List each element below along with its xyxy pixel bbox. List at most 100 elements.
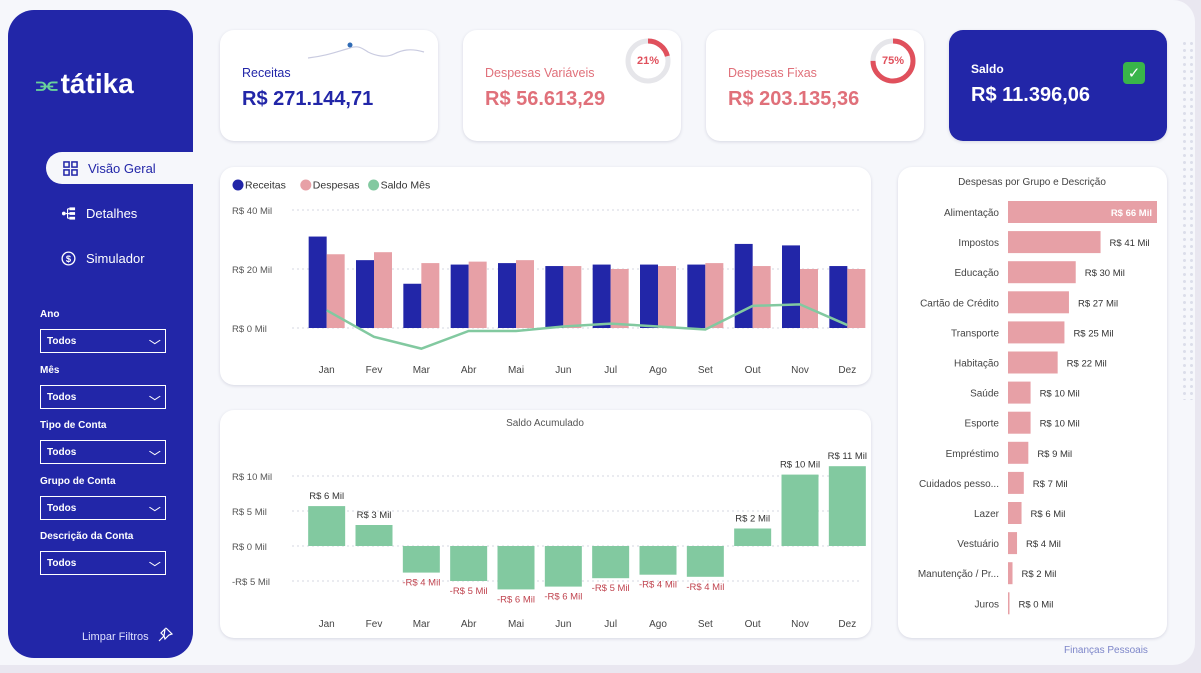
category-label: Saúde — [970, 389, 999, 400]
data-label: R$ 4 Mil — [1026, 539, 1061, 550]
data-label: -R$ 4 Mil — [686, 582, 724, 593]
donut-percentage: 75% — [881, 55, 905, 67]
x-tick-label: Mar — [413, 619, 431, 630]
data-label: R$ 10 Mil — [780, 460, 820, 471]
despesa-bar — [1008, 291, 1069, 314]
despesa-bar — [1008, 321, 1065, 344]
logo-area: ⫘ tátika — [8, 10, 193, 152]
kpi-card-despesas-fixas: 75% Despesas Fixas R$ 203.135,36 — [706, 30, 924, 141]
chart-card-saldo-acumulado: Saldo Acumulado R$ 10 Mil R$ 5 Mil R$ 0 Mil… — [220, 410, 871, 638]
x-tick-label: Jul — [604, 365, 617, 376]
check-icon: ✓ — [1123, 62, 1145, 84]
data-label: R$ 11 Mil — [828, 451, 867, 462]
saldo-acumulado-bar — [355, 525, 393, 546]
kpi-label: Despesas Variáveis — [485, 66, 595, 80]
chevron-down-icon: ⌵ — [149, 335, 161, 347]
category-label: Cuidados pesso... — [919, 479, 999, 490]
despesa-bar — [1008, 231, 1101, 254]
filter-label-tipo-conta: Tipo de Conta — [40, 420, 107, 431]
saldo-acumulado-bar — [828, 466, 866, 546]
saldo-acumulado-bar — [639, 546, 677, 575]
data-label: R$ 6 Mil — [309, 491, 344, 502]
filter-label-ano: Ano — [40, 309, 60, 320]
receitas-bar — [734, 243, 753, 328]
receitas-bar — [782, 245, 800, 328]
despesa-bar — [1008, 351, 1058, 374]
kpi-card-despesas-variaveis: 21% Despesas Variáveis R$ 56.613,29 — [463, 30, 681, 141]
despesa-bar — [1008, 471, 1024, 494]
x-tick-label: Fev — [366, 619, 383, 630]
data-label: R$ 66 Mil — [1111, 208, 1152, 219]
nav-item-simulador[interactable]: $ Simulador — [60, 242, 145, 274]
x-tick-label: Jun — [555, 619, 571, 630]
x-tick-label: Jun — [555, 365, 571, 376]
receitas-bar — [356, 260, 374, 328]
x-tick-label: Jan — [319, 619, 335, 630]
saldo-acumulado-bar — [497, 546, 535, 590]
category-label: Alimentação — [944, 208, 999, 219]
filter-select-ano[interactable]: Todos ⌵ — [40, 329, 166, 353]
category-label: Educação — [955, 268, 1000, 279]
y-tick-label: R$ 5 Mil — [232, 507, 267, 518]
data-label: R$ 3 Mil — [357, 510, 392, 521]
data-label: R$ 22 Mil — [1067, 359, 1107, 370]
category-label: Juros — [975, 599, 999, 610]
nav-label: Simulador — [86, 250, 145, 266]
receitas-bar — [308, 236, 327, 328]
x-tick-label: Abr — [461, 365, 477, 376]
nav-item-visao-geral[interactable]: Visão Geral — [46, 152, 201, 184]
filter-select-tipo-conta[interactable]: Todos ⌵ — [40, 440, 166, 464]
kpi-card-saldo: Saldo R$ 11.396,06 ✓ — [949, 30, 1167, 141]
y-tick-label: R$ 10 Mil — [232, 472, 272, 483]
filter-select-mes[interactable]: Todos ⌵ — [40, 385, 166, 409]
chart-title: Despesas por Grupo e Descrição — [958, 177, 1106, 188]
y-tick-label: R$ 20 Mil — [232, 265, 272, 276]
data-label: -R$ 4 Mil — [639, 580, 677, 591]
fixas-donut: 75% — [868, 36, 918, 86]
chevron-down-icon: ⌵ — [149, 446, 161, 458]
nav-item-detalhes[interactable]: Detalhes — [60, 197, 137, 229]
hierarchy-icon — [60, 205, 76, 221]
filter-value: Todos — [47, 557, 77, 569]
dollar-circle-icon: $ — [60, 250, 76, 266]
receitas-bar — [545, 266, 564, 328]
x-tick-label: Dez — [838, 619, 856, 630]
receitas-despesas-chart: Receitas Despesas Saldo Mês R$ 40 Mil R$ 20 … — [232, 179, 866, 376]
saldo-acumulado-bar — [686, 546, 724, 577]
x-tick-label: Out — [745, 365, 761, 376]
filter-label-mes: Mês — [40, 365, 60, 376]
saldo-acumulado-bar — [781, 474, 819, 546]
brand-mark-icon: ⫘ — [36, 70, 58, 98]
filter-value: Todos — [47, 335, 77, 347]
chart-card-despesas-grupo: Despesas por Grupo e Descrição Alimentaçã… — [898, 167, 1167, 638]
data-label: R$ 27 Mil — [1078, 298, 1118, 309]
filter-label-grupo-conta: Grupo de Conta — [40, 476, 116, 487]
despesa-bar — [1008, 411, 1031, 434]
despesas-bar — [847, 269, 866, 328]
clear-filters-label: Limpar Filtros — [82, 630, 149, 643]
legend-label: Receitas — [245, 180, 286, 192]
kpi-value: R$ 11.396,06 — [971, 84, 1090, 106]
despesa-bar — [1008, 261, 1076, 284]
despesa-bar — [1008, 592, 1010, 615]
clear-filters-button[interactable]: Limpar Filtros — [82, 627, 173, 646]
receitas-bar — [640, 264, 658, 328]
despesas-bar — [563, 266, 582, 328]
decorative-dots — [1181, 40, 1195, 400]
filter-value: Todos — [47, 502, 77, 514]
data-label: R$ 9 Mil — [1037, 449, 1072, 460]
x-tick-label: Nov — [791, 619, 809, 630]
despesas-bar — [752, 266, 771, 328]
receitas-sparkline — [307, 42, 425, 59]
x-tick-label: Mar — [413, 365, 431, 376]
kpi-label: Saldo — [971, 62, 1004, 76]
category-label: Habitação — [954, 359, 999, 370]
data-label: R$ 6 Mil — [1031, 509, 1066, 520]
x-tick-label: Jul — [604, 619, 617, 630]
despesas-grupo-chart: Despesas por Grupo e Descrição Alimentaçã… — [918, 177, 1157, 615]
filter-select-grupo-conta[interactable]: Todos ⌵ — [40, 496, 166, 520]
category-label: Esporte — [965, 419, 1000, 430]
eraser-pin-icon — [157, 627, 173, 646]
despesas-bar — [421, 263, 440, 328]
filter-select-descricao-conta[interactable]: Todos ⌵ — [40, 551, 166, 575]
